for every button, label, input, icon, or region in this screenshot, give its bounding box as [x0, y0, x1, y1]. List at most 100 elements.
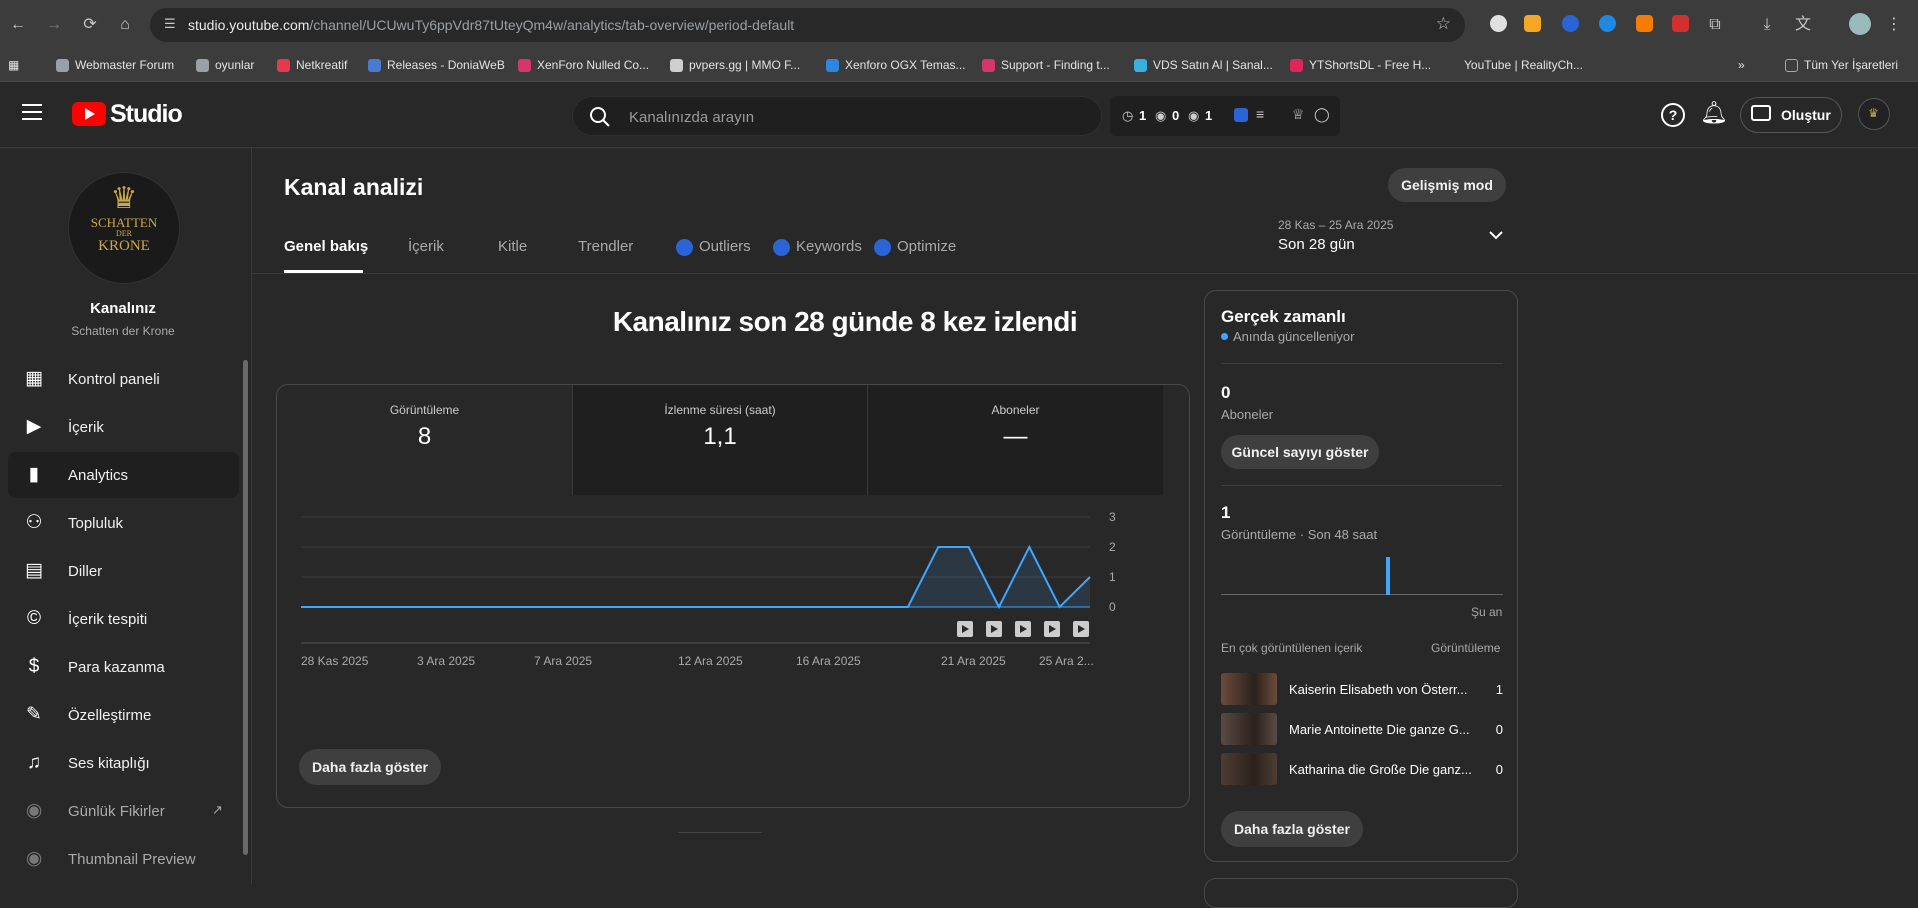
- forward-icon[interactable]: →: [42, 13, 66, 37]
- menu-icon[interactable]: ⋮: [1882, 13, 1906, 37]
- bookmark-item[interactable]: Releases - DoniaWeB: [368, 58, 505, 72]
- site-info-icon[interactable]: ☰: [164, 16, 176, 32]
- sidebar-item-thumbnail-preview[interactable]: ◉ Thumbnail Preview: [8, 836, 239, 882]
- apps-icon[interactable]: ▦: [8, 58, 19, 72]
- thumbnail-preview-icon: ◉: [25, 848, 43, 869]
- bookmark-item[interactable]: YouTube | RealityCh...: [1445, 58, 1583, 72]
- bookmark-item[interactable]: pvpers.gg | MMO F...: [670, 58, 800, 72]
- youtube-logo-icon[interactable]: [72, 102, 106, 126]
- tab-keywords[interactable]: Keywords: [773, 238, 862, 256]
- home-icon[interactable]: ⌂: [113, 13, 137, 37]
- address-bar[interactable]: ☰ studio.youtube.com/channel/UCUwuTy6ppV…: [150, 8, 1465, 42]
- advanced-mode-button[interactable]: Gelişmiş mod: [1388, 168, 1506, 202]
- bookmark-item[interactable]: Webmaster Forum: [56, 58, 174, 72]
- bookmark-favicon-icon: [982, 58, 995, 72]
- tab-kitle[interactable]: Kitle: [498, 238, 527, 255]
- translate-icon[interactable]: 文: [1791, 13, 1815, 37]
- subtitles-icon: ▤: [25, 560, 43, 581]
- bookmark-item[interactable]: VDS Satın Al | Sanal...: [1134, 58, 1273, 72]
- top-content-item[interactable]: Kaiserin Elisabeth von Österr... 1: [1221, 673, 1503, 707]
- extension-icon[interactable]: [1490, 15, 1507, 32]
- tab-outliers[interactable]: Outliers: [676, 238, 751, 256]
- sidebar-scrollbar[interactable]: [243, 360, 248, 855]
- bookmarks-overflow-icon[interactable]: »: [1738, 58, 1745, 72]
- channel-name: Schatten der Krone: [71, 324, 175, 338]
- bookmark-item[interactable]: Xenforo OGX Temas...: [826, 58, 966, 72]
- sidebar-item-daily-ideas[interactable]: ◉ Günlük Fikirler ↗: [8, 788, 239, 834]
- sidebar-item-community[interactable]: ⚇ Topluluk: [8, 500, 239, 546]
- sidebar-item-audio-library[interactable]: ♫ Ses kitaplığı: [8, 740, 239, 786]
- realtime-show-more-button[interactable]: Daha fazla göster: [1221, 811, 1363, 847]
- tab-genel-bak-[interactable]: Genel bakış: [284, 238, 368, 255]
- extension-icon[interactable]: [1672, 15, 1689, 32]
- vidiq-toolbar[interactable]: ◷ 1 ◉ 0 ◉ 1 ≡ ♕ ◯: [1110, 96, 1340, 136]
- extensions-puzzle-icon[interactable]: ⧉: [1703, 13, 1727, 37]
- bookmark-item[interactable]: Netkreatif: [277, 58, 347, 72]
- top-content-item[interactable]: Marie Antoinette Die ganze G... 0: [1221, 713, 1503, 747]
- trophy-icon[interactable]: ♕: [1292, 106, 1305, 123]
- tab-i-erik[interactable]: İçerik: [408, 238, 444, 255]
- metric-2[interactable]: Aboneler —: [867, 385, 1163, 495]
- video-thumbnail: [1221, 713, 1277, 745]
- bookmark-item[interactable]: YTShortsDL - Free H...: [1290, 58, 1431, 72]
- hamburger-icon[interactable]: [22, 104, 42, 120]
- bookmark-favicon-icon: [1134, 58, 1147, 72]
- next-card: [1204, 878, 1518, 908]
- reload-icon[interactable]: ⟳: [78, 13, 102, 37]
- vidiq-icon: [676, 238, 693, 256]
- top-content-item[interactable]: Katharina die Große Die ganz... 0: [1221, 753, 1503, 787]
- extension-icon[interactable]: [1524, 15, 1541, 32]
- help-icon[interactable]: ?: [1661, 103, 1685, 127]
- show-more-button[interactable]: Daha fazla göster: [299, 749, 441, 785]
- search-input[interactable]: Kanalınızda arayın: [629, 109, 754, 126]
- content-icon: ▶: [26, 416, 42, 437]
- extension-icon[interactable]: [1599, 15, 1616, 32]
- daily-ideas-icon: ◉: [25, 800, 43, 821]
- sidebar-item-analytics[interactable]: ▮ Analytics: [8, 452, 239, 498]
- channel-avatar[interactable]: ♛ SCHATTEN DER KRONE: [68, 172, 180, 284]
- bookmark-item[interactable]: oyunlar: [196, 58, 254, 72]
- x-tick-label: 28 Kas 2025: [301, 654, 369, 668]
- bookmark-item[interactable]: Support - Finding t...: [982, 58, 1110, 72]
- all-bookmarks[interactable]: Tüm Yer İşaretleri: [1785, 58, 1898, 72]
- bookmark-item[interactable]: XenForo Nulled Co...: [518, 58, 649, 72]
- account-avatar[interactable]: ♛: [1858, 98, 1890, 130]
- x-tick-label: 21 Ara 2025: [941, 654, 1006, 668]
- sidebar-item-customization[interactable]: ✎ Özelleştirme: [8, 692, 239, 738]
- extension-icon[interactable]: [1562, 15, 1579, 32]
- tab-optimize[interactable]: Optimize: [874, 238, 956, 256]
- sidebar-item-dashboard[interactable]: ▦ Kontrol paneli: [8, 356, 239, 402]
- bookmark-star-icon[interactable]: ☆: [1436, 14, 1451, 34]
- list-icon[interactable]: ≡: [1256, 106, 1264, 122]
- notifications-bell-icon[interactable]: 🔔︎: [1700, 100, 1728, 126]
- sidebar-item-copyright[interactable]: © İçerik tespiti: [8, 596, 239, 642]
- sidebar-item-content[interactable]: ▶ İçerik: [8, 404, 239, 450]
- analytics-icon: ▮: [28, 464, 40, 485]
- clock-icon: ◷: [1122, 108, 1134, 123]
- audio-library-icon: ♫: [26, 752, 42, 773]
- create-button[interactable]: Oluştur: [1740, 97, 1842, 133]
- url-text[interactable]: studio.youtube.com/channel/UCUwuTy6ppVdr…: [188, 17, 794, 33]
- sidebar: ♛ SCHATTEN DER KRONE Kanalınız Schatten …: [0, 148, 252, 884]
- extension-icon[interactable]: [1636, 15, 1653, 32]
- metric-1[interactable]: İzlenme süresi (saat) 1,1: [572, 385, 867, 495]
- tabs-divider: [252, 273, 1918, 274]
- bookmark-favicon-icon: [1290, 58, 1303, 72]
- show-current-count-button[interactable]: Güncel sayıyı göster: [1221, 435, 1379, 469]
- profile-avatar[interactable]: [1849, 13, 1871, 35]
- studio-logo-text[interactable]: Studio: [110, 100, 183, 129]
- date-range-picker[interactable]: 28 Kas – 25 Ara 2025 Son 28 gün: [1278, 218, 1512, 264]
- browser-toolbar: ← → ⟳ ⌂ ☰ studio.youtube.com/channel/UCU…: [0, 0, 1918, 49]
- tab-trendler[interactable]: Trendler: [578, 238, 633, 255]
- metric-0[interactable]: Görüntüleme 8: [277, 385, 572, 495]
- sidebar-item-earn[interactable]: $ Para kazanma: [8, 644, 239, 690]
- chat-icon[interactable]: ◯: [1314, 106, 1330, 123]
- search-icon: [590, 107, 610, 127]
- download-icon[interactable]: ⤓: [1755, 13, 1779, 37]
- vidiq-icon[interactable]: [1234, 108, 1248, 122]
- back-icon[interactable]: ←: [6, 13, 30, 37]
- search-box[interactable]: Kanalınızda arayın: [572, 96, 1102, 136]
- sidebar-item-subtitles[interactable]: ▤ Diller: [8, 548, 239, 594]
- x-tick-label: 25 Ara 2...: [1039, 654, 1094, 668]
- external-link-icon: ↗: [212, 802, 223, 817]
